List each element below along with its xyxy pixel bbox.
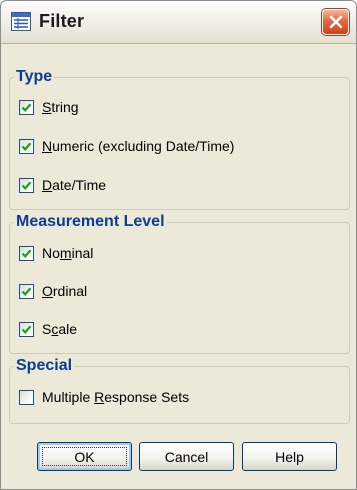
checkmark-icon xyxy=(21,286,32,296)
checkbox-label: Scale xyxy=(42,321,78,337)
checkmark-icon xyxy=(21,102,32,112)
help-button[interactable]: Help xyxy=(242,442,337,471)
type-group-title: Type xyxy=(14,68,55,86)
checkbox-multiple-response-sets[interactable]: Multiple Response Sets xyxy=(19,386,189,408)
checkbox-box[interactable] xyxy=(19,283,34,299)
filter-dialog: Filter Type String Numeric (excluding Da… xyxy=(0,0,357,490)
checkbox-scale[interactable]: Scale xyxy=(19,318,77,340)
checkmark-icon xyxy=(21,180,32,190)
checkbox-box[interactable] xyxy=(19,321,34,337)
title-bar[interactable]: Filter xyxy=(1,1,356,44)
checkbox-nominal[interactable]: Nominal xyxy=(19,242,93,264)
special-group-title: Special xyxy=(14,357,75,375)
type-group: Type String Numeric (excluding Date/Time… xyxy=(9,68,350,210)
checkbox-label: Nominal xyxy=(42,245,94,261)
checkbox-numeric[interactable]: Numeric (excluding Date/Time) xyxy=(19,135,234,157)
checkmark-icon xyxy=(21,248,32,258)
close-x-icon xyxy=(329,15,343,29)
checkbox-datetime[interactable]: Date/Time xyxy=(19,174,106,196)
measurement-level-group-title: Measurement Level xyxy=(14,213,167,231)
list-window-icon xyxy=(11,12,31,31)
checkbox-box[interactable] xyxy=(19,245,34,261)
checkbox-ordinal[interactable]: Ordinal xyxy=(19,280,87,302)
checkbox-label: Numeric (excluding Date/Time) xyxy=(42,138,235,154)
checkbox-box[interactable] xyxy=(19,138,34,154)
cancel-button[interactable]: Cancel xyxy=(139,442,234,471)
checkmark-icon xyxy=(21,324,32,334)
ok-button[interactable]: OK xyxy=(37,442,132,471)
special-group: Special Multiple Response Sets xyxy=(9,357,350,424)
checkbox-label: String xyxy=(42,99,79,115)
dialog-title: Filter xyxy=(39,11,85,31)
checkbox-label: Ordinal xyxy=(42,283,88,299)
checkbox-label: Date/Time xyxy=(42,177,107,193)
checkbox-box[interactable] xyxy=(19,177,34,193)
checkbox-box[interactable] xyxy=(19,99,34,115)
checkbox-string[interactable]: String xyxy=(19,96,79,118)
checkbox-label: Multiple Response Sets xyxy=(42,389,190,405)
checkbox-box[interactable] xyxy=(19,389,34,405)
measurement-level-group: Measurement Level Nominal Ordinal Scale xyxy=(9,213,350,354)
checkmark-icon xyxy=(21,141,32,151)
close-button[interactable] xyxy=(322,9,349,35)
